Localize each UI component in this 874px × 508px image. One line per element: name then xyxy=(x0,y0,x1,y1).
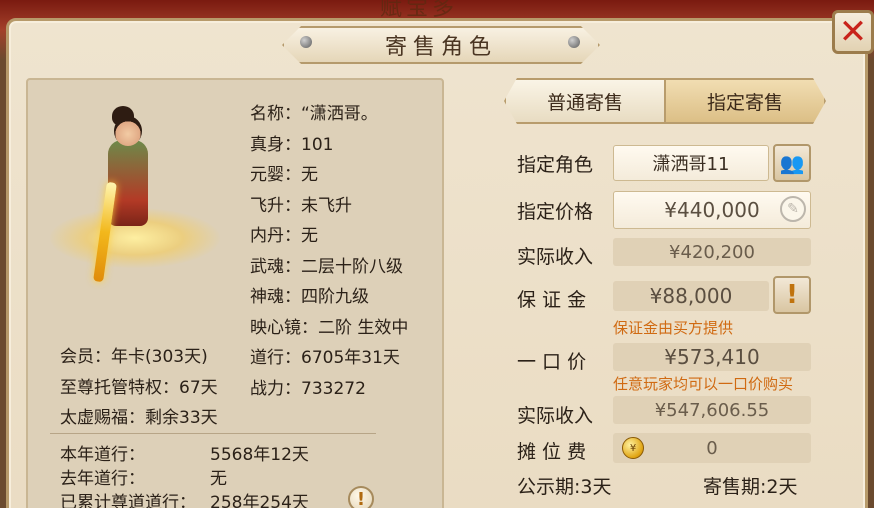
character-stats: 名称：“潇洒哥。 真身：101 元婴：无 飞升：未飞升 内丹：无 武魂：二层十阶… xyxy=(250,99,408,404)
stall-fee-label: 摊 位 费 xyxy=(517,441,587,463)
deposit-help-button[interactable]: ! xyxy=(773,276,811,314)
stat-row: 内丹：无 xyxy=(250,221,408,252)
dao-label: 去年道行： xyxy=(60,469,145,489)
stat-value: 无 xyxy=(301,226,318,246)
buyout-note: 任意玩家均可以一口价购买 xyxy=(613,375,794,393)
stat-row: 战力：733272 xyxy=(250,374,408,405)
stat-label: 战力： xyxy=(250,378,301,399)
vip-value: 剩余33天 xyxy=(145,408,218,428)
stat-row: 武魂：二层十阶八级 xyxy=(250,252,408,283)
character-head xyxy=(114,116,142,146)
close-button[interactable]: ✕ xyxy=(832,10,874,54)
stat-value: “潇洒哥。 xyxy=(301,104,378,124)
buyout-income-label: 实际收入 xyxy=(517,405,594,427)
deposit-value: ¥88,000 xyxy=(613,281,769,311)
dao-row: 去年道行： 无 xyxy=(60,464,360,489)
stat-label: 飞升： xyxy=(250,195,301,216)
coin-icon: ¥ xyxy=(622,437,644,459)
sale-period: 寄售期:2天 xyxy=(703,476,798,498)
close-icon: ✕ xyxy=(838,12,868,52)
buyout-income-value: ¥547,606.55 xyxy=(613,396,811,424)
dao-value: 258年254天 xyxy=(210,493,309,508)
tab-specified-consign[interactable]: 指定寄售 xyxy=(664,78,826,124)
info-hint-icon[interactable]: ! xyxy=(348,486,374,508)
exclamation-icon: ! xyxy=(786,280,798,310)
dao-value: 无 xyxy=(210,469,227,489)
buyout-label: 一 口 价 xyxy=(517,351,587,373)
vip-info: 会员：年卡(303天) 至尊托管特权：67天 太虚赐福：剩余33天 xyxy=(60,342,218,434)
stat-label: 元婴： xyxy=(250,165,301,185)
stat-value: 未飞升 xyxy=(301,195,352,216)
target-role-label: 指定角色 xyxy=(517,154,594,176)
stat-value: 四阶九级 xyxy=(301,287,369,307)
vip-value: 67天 xyxy=(179,377,218,398)
stat-value: 6705年31天 xyxy=(301,348,400,368)
stat-label: 内丹： xyxy=(250,226,301,246)
rivet-right-icon xyxy=(568,36,580,48)
stat-label: 映心镜： xyxy=(250,317,318,338)
people-icon: 👥 xyxy=(779,151,805,175)
stat-label: 道行： xyxy=(250,348,301,368)
price-label: 指定价格 xyxy=(517,201,594,223)
vip-row: 会员：年卡(303天) xyxy=(60,342,218,373)
dao-row: 已累计尊道道行： 258年254天 xyxy=(60,488,360,508)
vip-row: 至尊托管特权：67天 xyxy=(60,373,218,404)
stat-row: 飞升：未飞升 xyxy=(250,191,408,222)
stat-label: 真身： xyxy=(250,134,301,155)
stat-value: 101 xyxy=(301,134,334,155)
stat-row: 映心镜：二阶 生效中 xyxy=(250,313,408,344)
actual-income-label: 实际收入 xyxy=(517,246,594,268)
stat-value: 二阶 生效中 xyxy=(318,317,409,338)
deposit-note: 保证金由买方提供 xyxy=(613,319,734,337)
actual-income-value: ¥420,200 xyxy=(613,238,811,266)
vip-value: 年卡(303天) xyxy=(111,347,208,367)
buyout-value: ¥573,410 xyxy=(613,343,811,371)
consign-tabs: 普通寄售 指定寄售 xyxy=(504,78,826,124)
stat-label: 武魂： xyxy=(250,256,301,277)
stat-name: 名称：“潇洒哥。 xyxy=(250,99,408,130)
dao-label: 已累计尊道道行： xyxy=(60,493,196,508)
dialog-title: 寄售角色 xyxy=(384,35,497,60)
stat-row: 真身：101 xyxy=(250,130,408,161)
character-portrait xyxy=(40,100,240,300)
target-role-input[interactable]: 潇洒哥11 xyxy=(613,145,769,181)
stat-row: 神魂：四阶九级 xyxy=(250,282,408,313)
rivet-left-icon xyxy=(300,36,312,48)
edit-pen-icon[interactable]: ✎ xyxy=(780,196,806,222)
dao-value: 5568年12天 xyxy=(210,445,309,465)
stat-row: 道行：6705年31天 xyxy=(250,343,408,374)
stat-value: 无 xyxy=(301,165,318,185)
vip-row: 太虚赐福：剩余33天 xyxy=(60,403,218,434)
deposit-label: 保 证 金 xyxy=(517,289,587,311)
vip-label: 会员： xyxy=(60,347,111,367)
public-period: 公示期:3天 xyxy=(517,476,612,498)
stat-label: 名称： xyxy=(250,104,301,124)
dao-label: 本年道行： xyxy=(60,445,145,465)
dao-row: 本年道行： 5568年12天 xyxy=(60,440,360,465)
hint-icon-glyph: ! xyxy=(356,488,366,508)
dao-records: 本年道行： 5568年12天 去年道行： 无 已累计尊道道行： 258年254天 xyxy=(60,440,360,508)
divider xyxy=(50,433,376,434)
select-friend-button[interactable]: 👥 xyxy=(773,144,811,182)
vip-label: 太虚赐福： xyxy=(60,408,145,428)
stat-label: 神魂： xyxy=(250,287,301,307)
vip-label: 至尊托管特权： xyxy=(60,377,179,398)
stat-row: 元婴：无 xyxy=(250,160,408,191)
stat-value: 二层十阶八级 xyxy=(301,256,403,277)
title-banner: 寄售角色 xyxy=(282,26,600,64)
tab-normal-consign[interactable]: 普通寄售 xyxy=(504,78,666,124)
stat-value: 733272 xyxy=(301,378,366,399)
